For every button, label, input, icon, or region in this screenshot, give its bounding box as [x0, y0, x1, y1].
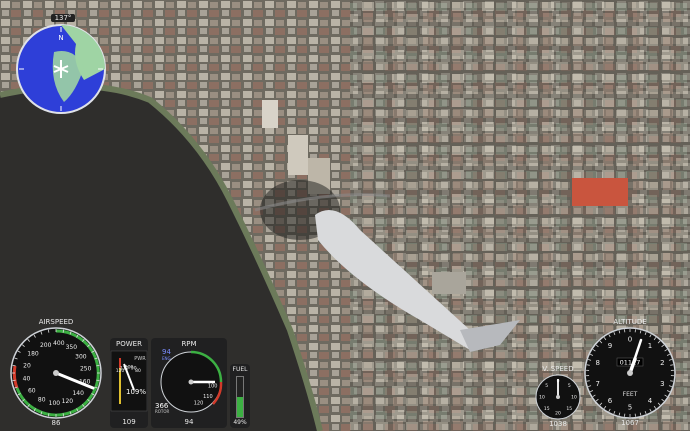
airspeed-scale-label: 180: [27, 351, 39, 358]
altitude-readout: 1067: [621, 419, 639, 427]
airspeed-scale-label: 40: [23, 376, 31, 383]
power-readout: 109: [122, 418, 136, 426]
power-gauge: 1201101009080 PWR 109%: [110, 350, 148, 412]
airspeed-scale-label: 80: [38, 396, 46, 403]
altitude-scale-label: 8: [595, 359, 599, 367]
rpm-eng-label: ENG: [162, 356, 171, 361]
altitude-unit: FEET: [623, 391, 638, 398]
airspeed-scale-label: 140: [72, 390, 84, 397]
fuel-panel: FUEL 49%: [230, 364, 250, 428]
vspeed-scale-label: 15: [566, 406, 572, 412]
heading-label: 137°: [51, 14, 75, 22]
vspeed-scale-label: 10: [571, 395, 577, 401]
altitude-scale-label: 5: [628, 403, 632, 411]
airspeed-dial: 200 40035030025016014012010080604020180: [10, 327, 102, 419]
altitude-scale-label: 9: [608, 342, 612, 350]
compass-minimap: 137° N: [14, 14, 108, 114]
airspeed-scale-label: 300: [75, 353, 87, 360]
compass-dial: N: [16, 24, 106, 114]
airspeed-scale-label: 20: [23, 362, 31, 369]
rpm-dial: 100110120 94 ENG 366 ROTOR: [155, 348, 223, 414]
airspeed-readout: 86: [51, 419, 61, 427]
rpm-scale-label: 110: [203, 394, 213, 400]
vspeed-dial: 0510152015105: [535, 374, 581, 420]
north-marker: N: [58, 34, 63, 42]
altitude-scale-label: 6: [608, 397, 613, 405]
power-scale-label: 80: [135, 368, 141, 374]
airspeed-scale-label: 200: [40, 342, 52, 349]
power-panel: POWER 120 110 100 90 80 PWR 109% 109: [110, 338, 148, 428]
vspeed-scale-label: 5: [545, 383, 548, 389]
rpm-readout: 94: [184, 418, 194, 426]
altitude-scale-label: 7: [595, 380, 599, 388]
airspeed-scale-label: 350: [66, 344, 78, 351]
fuel-title: FUEL: [232, 366, 248, 373]
altitude-dial: 0 1 2 3 4 5 6 7 8 9 01117 FEET: [584, 327, 676, 419]
altitude-scale-label: 4: [648, 397, 653, 405]
rpm-scale-label: 100: [208, 384, 218, 390]
fuel-bar-fill: [237, 397, 243, 417]
fuel-readout: 49%: [233, 419, 247, 426]
vspeed-readout: 1038: [549, 420, 567, 428]
vspeed-scale-label: 10: [539, 395, 545, 401]
rpm-eng-value: 94: [162, 348, 171, 356]
altitude-counter: 01117: [620, 359, 641, 367]
vspeed-panel: V. SPEED 0510152015105 1038: [531, 365, 585, 429]
altitude-scale-label: 0: [628, 335, 632, 343]
rpm-rotor-label: ROTOR: [155, 409, 170, 414]
power-percent: 109%: [126, 388, 146, 396]
altitude-title: ALTITUDE: [613, 318, 647, 326]
altitude-scale-label: 2: [660, 359, 664, 367]
airspeed-panel: AIRSPEED 200 400 350 300 250 160 140 120 100 80 60…: [6, 316, 106, 428]
altitude-panel: ALTITUDE 0 1 2 3 4 5 6 7 8 9 01117 FEET 1067: [580, 316, 680, 428]
airspeed-scale-label: 250: [80, 366, 92, 373]
airspeed-title: AIRSPEED: [38, 318, 74, 326]
rpm-scale-label: 120: [194, 400, 204, 406]
vspeed-scale-label: 20: [555, 411, 561, 417]
altitude-scale-label: 3: [660, 380, 664, 388]
vspeed-title: V. SPEED: [542, 365, 574, 373]
airspeed-scale-label: 120: [62, 398, 74, 405]
vspeed-scale-label: 15: [544, 406, 550, 412]
airspeed-scale-label: 400: [53, 340, 65, 347]
altitude-scale-label: 1: [648, 342, 652, 350]
vspeed-scale-label: 5: [568, 383, 571, 389]
airspeed-scale-label: 60: [28, 388, 36, 395]
fuel-bar-track: [236, 376, 244, 418]
power-sublabel: PWR: [134, 356, 146, 362]
airspeed-scale-label: 100: [49, 400, 61, 407]
power-title: POWER: [116, 340, 142, 348]
rpm-panel: RPM 100 110 120 94 ENG 366 ROTOR 94: [151, 338, 227, 428]
rpm-title: RPM: [181, 340, 197, 348]
